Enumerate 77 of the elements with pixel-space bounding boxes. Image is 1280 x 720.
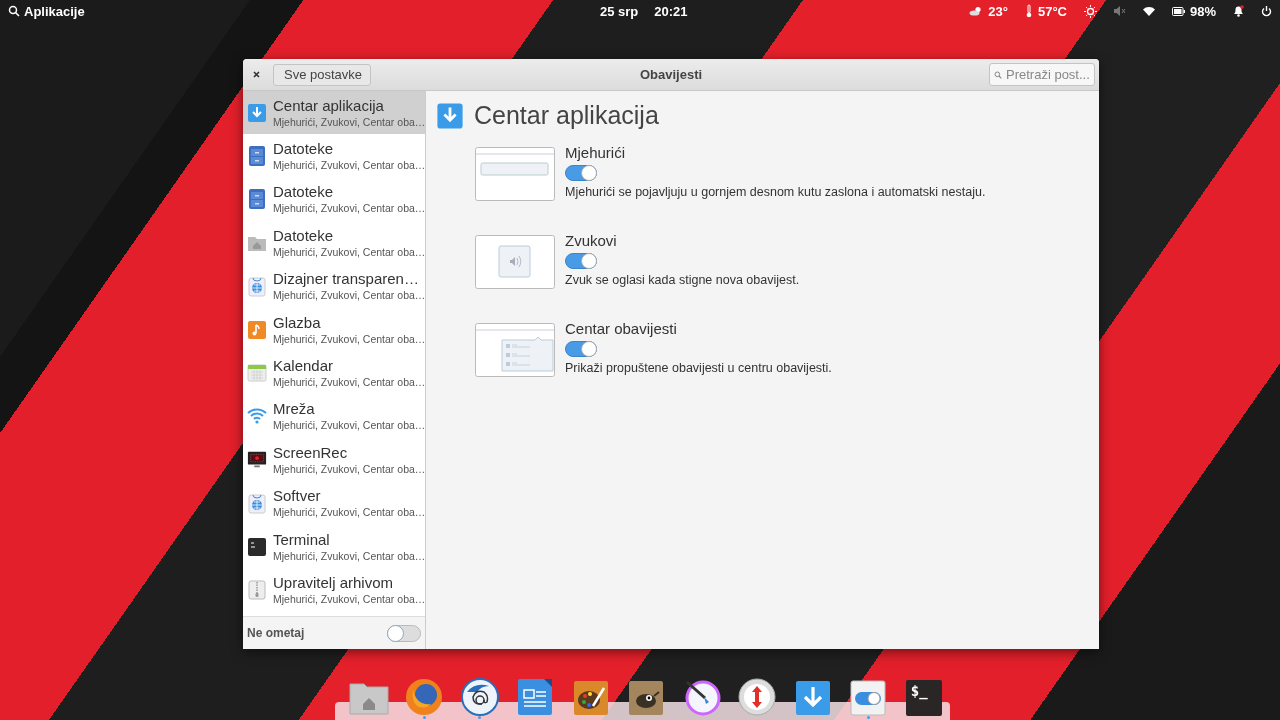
download-icon — [247, 102, 267, 123]
weather-temperature[interactable]: 23° — [988, 3, 1008, 19]
setting-description: Zvuk se oglasi kada stigne nova obavijest. — [565, 273, 800, 287]
screen-record-icon — [247, 449, 267, 470]
toggle-switch[interactable] — [565, 341, 597, 357]
battery-percentage[interactable]: 98% — [1189, 3, 1216, 19]
setting-label: Mjehurići — [565, 144, 625, 161]
app-name: Mreža — [273, 400, 316, 419]
mail-at-icon[interactable] — [460, 678, 499, 716]
bell-icon[interactable] — [1233, 5, 1244, 17]
setting-description: Mjehurići se pojavljuju u gornjem desnom kutu zaslona i automatski nestaju. — [565, 185, 986, 199]
paint-palette-icon[interactable] — [572, 680, 609, 716]
applications-menu[interactable]: Aplikacije — [8, 3, 85, 19]
sidebar-item[interactable]: Terminal Mjehurići, Zvukovi, Centar oba… — [243, 524, 425, 569]
globe-bag-icon — [247, 275, 267, 298]
sidebar-item[interactable]: Upravitelj arhivom Mjehurići, Zvukovi, Centar oba… — [243, 568, 425, 612]
sidebar-item[interactable]: Kalendar Mjehurići, Zvukovi, Centar oba… — [243, 351, 425, 395]
animal-face-icon[interactable] — [628, 680, 665, 716]
clock[interactable]: 20:21 — [654, 3, 688, 19]
app-name: Kalendar — [273, 357, 335, 376]
terminal-icon[interactable]: $_ — [905, 680, 942, 716]
setting-label: Zvukovi — [565, 232, 617, 249]
sidebar-item[interactable]: Dizajner transparen… Mjehurići, Zvukovi, Centar oba… — [243, 264, 425, 308]
toggle-switch[interactable] — [565, 165, 597, 181]
app-name: Glazba — [273, 313, 322, 332]
app-name: ScreenRec — [273, 443, 349, 462]
app-title: Centar aplikacija — [474, 101, 659, 130]
sidebar-item[interactable]: ScreenRec Mjehurići, Zvukovi, Centar oba… — [243, 438, 425, 482]
globe-bag-icon — [247, 492, 267, 515]
file-cabinet-icon — [247, 188, 267, 211]
date[interactable]: 25 srp — [600, 3, 639, 19]
fox-globe-icon[interactable] — [405, 678, 444, 716]
document-icon[interactable] — [517, 678, 554, 716]
calendar-icon — [247, 363, 267, 384]
do-not-disturb-label: Ne ometaj — [247, 626, 305, 640]
download-icon — [436, 101, 464, 130]
switch-icon[interactable] — [850, 680, 887, 716]
home-folder-icon[interactable] — [347, 680, 390, 716]
sidebar-item[interactable]: Mreža Mjehurići, Zvukovi, Centar oba… — [243, 394, 425, 439]
sidebar-item[interactable]: Datoteke Mjehurići, Zvukovi, Centar oba… — [243, 177, 425, 222]
brightness-icon[interactable] — [1083, 4, 1097, 18]
sidebar-item[interactable]: Centar aplikacija Mjehurići, Zvukovi, Centar oba… — [243, 91, 425, 135]
sidebar-item[interactable]: Softver Mjehurići, Zvukovi, Centar oba… — [243, 481, 425, 525]
search-icon — [994, 69, 1002, 80]
app-name: Dizajner transparen… — [273, 270, 420, 289]
sidebar-item[interactable]: Glazba Mjehurići, Zvukovi, Centar oba… — [243, 307, 425, 352]
app-name: Datoteke — [273, 183, 335, 202]
app-name: Upravitelj arhivom — [273, 574, 395, 592]
muted-speaker-icon[interactable] — [1113, 6, 1126, 16]
app-name: Centar aplikacija — [273, 96, 385, 115]
window-title: Obavijesti — [639, 67, 703, 82]
cloud-sun-icon[interactable] — [969, 6, 984, 16]
download-icon[interactable] — [794, 680, 831, 716]
archive-icon — [247, 580, 267, 600]
app-name: Softver — [273, 487, 322, 506]
thermometer-icon[interactable] — [1024, 4, 1033, 18]
search-icon — [8, 5, 20, 17]
search-field[interactable]: Pretraži post... — [989, 63, 1095, 86]
setting-description: Prikaži propuštene obavijesti u centru obavijesti. — [565, 361, 832, 375]
setting-label: Centar obavijesti — [565, 320, 677, 337]
battery-icon[interactable] — [1171, 6, 1185, 16]
wifi-icon[interactable] — [1142, 6, 1155, 16]
toggle-switch[interactable] — [565, 253, 597, 269]
file-cabinet-icon — [247, 145, 267, 168]
back-button[interactable]: Sve postavke — [273, 63, 372, 86]
do-not-disturb-switch[interactable] — [387, 624, 421, 642]
power-icon[interactable] — [1261, 5, 1272, 17]
cpu-temperature[interactable]: 57°C — [1037, 3, 1067, 19]
sidebar-item[interactable]: Datoteke Mjehurići, Zvukovi, Centar oba… — [243, 221, 425, 265]
music-note-icon — [247, 319, 267, 340]
close-icon — [252, 71, 260, 78]
app-name: Datoteke — [273, 226, 335, 245]
app-name: Datoteke — [273, 140, 335, 159]
sidebar-item[interactable]: Datoteke Mjehurići, Zvukovi, Centar oba… — [243, 134, 425, 178]
terminal-icon — [247, 536, 267, 557]
app-name: Terminal — [273, 530, 331, 549]
wifi-icon — [247, 408, 267, 425]
